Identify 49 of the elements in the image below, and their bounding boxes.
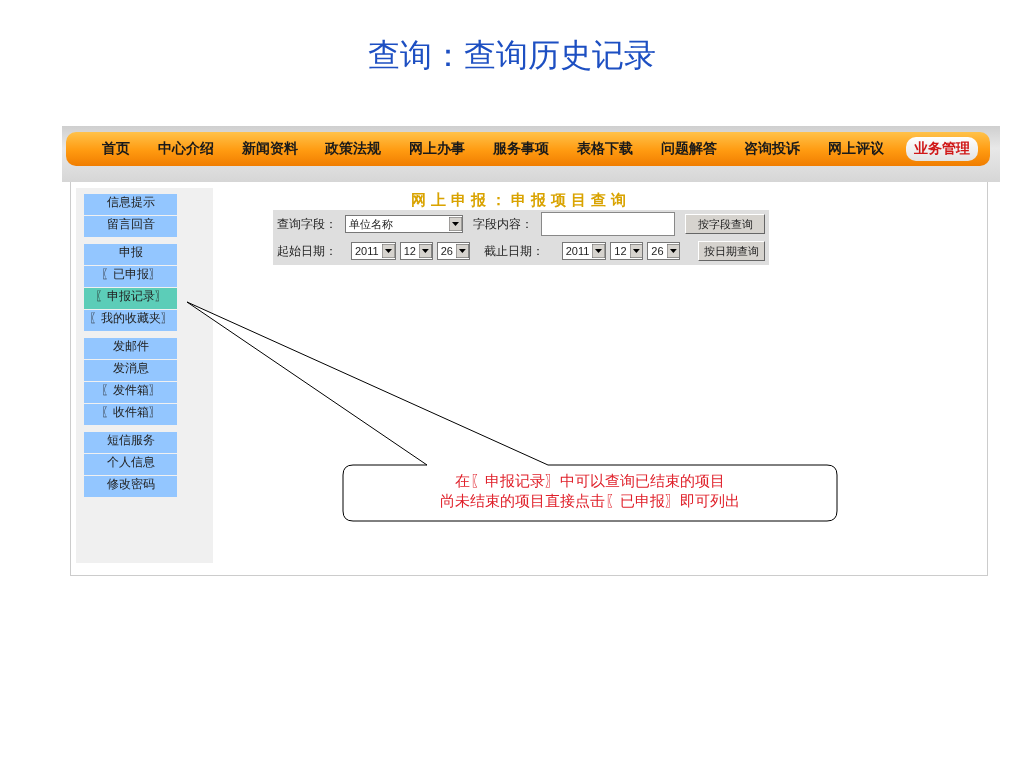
dropdown-arrow-icon[interactable] xyxy=(381,244,395,258)
dropdown[interactable]: 2011 xyxy=(561,242,607,260)
callout-text: 尚未结束的项目直接点击〖已申报〗即可列出 xyxy=(440,492,740,511)
dropdown-arrow-icon[interactable] xyxy=(629,244,643,258)
dropdown-arrow-icon[interactable] xyxy=(449,217,463,231)
sidebar-item[interactable]: 〖收件箱〗 xyxy=(84,404,177,425)
query-button[interactable]: 按字段查询 xyxy=(685,214,765,234)
sidebar-item[interactable]: 〖申报记录〗 xyxy=(84,288,177,309)
slide-title: 查询：查询历史记录 xyxy=(368,36,656,75)
nav-link[interactable]: 中心介绍 xyxy=(151,137,220,161)
nav-link[interactable]: 咨询投诉 xyxy=(738,137,807,161)
field-label: 截止日期： xyxy=(483,242,544,260)
field-label: 字段内容： xyxy=(473,215,534,233)
nav-link[interactable]: 服务事项 xyxy=(487,137,555,161)
sidebar-item[interactable]: 留言回音 xyxy=(84,216,177,237)
sidebar-item[interactable]: 〖已申报〗 xyxy=(84,266,177,287)
dropdown-arrow-icon[interactable] xyxy=(455,244,469,258)
sidebar-item[interactable]: 发邮件 xyxy=(84,338,177,359)
nav-link[interactable]: 网上评议 xyxy=(822,137,891,161)
field-label: 起始日期： xyxy=(277,242,337,260)
nav-link[interactable]: 业务管理 xyxy=(905,137,978,161)
nav-link[interactable]: 首页 xyxy=(96,137,136,161)
callout-text: 在〖申报记录〗中可以查询已结束的项目 xyxy=(455,472,725,491)
field-label: 查询字段： xyxy=(277,215,337,233)
sidebar-item[interactable]: 〖发件箱〗 xyxy=(84,382,177,403)
dropdown[interactable]: 2011 xyxy=(351,242,396,260)
dropdown-arrow-icon[interactable] xyxy=(592,244,606,258)
dropdown[interactable]: 12 xyxy=(610,242,644,260)
dropdown[interactable]: 26 xyxy=(647,242,681,260)
nav-link[interactable]: 表格下载 xyxy=(570,137,639,161)
query-button[interactable]: 按日期查询 xyxy=(698,241,765,261)
sidebar-item[interactable]: 信息提示 xyxy=(84,194,177,215)
sidebar-item[interactable]: 发消息 xyxy=(84,360,177,381)
dropdown[interactable]: 单位名称 xyxy=(345,215,464,233)
sidebar-item[interactable]: 〖我的收藏夹〗 xyxy=(84,310,177,331)
sidebar-item[interactable]: 短信服务 xyxy=(84,432,177,453)
dropdown[interactable]: 26 xyxy=(436,242,470,260)
sidebar-item[interactable]: 申报 xyxy=(84,244,177,265)
dropdown-arrow-icon[interactable] xyxy=(418,244,432,258)
dropdown[interactable]: 12 xyxy=(399,242,433,260)
sidebar-item[interactable]: 个人信息 xyxy=(84,454,177,475)
nav-link[interactable]: 政策法规 xyxy=(319,137,388,161)
nav-link[interactable]: 新闻资料 xyxy=(235,137,304,161)
sidebar-item[interactable]: 修改密码 xyxy=(84,476,177,497)
dropdown-arrow-icon[interactable] xyxy=(666,244,680,258)
nav-link[interactable]: 问题解答 xyxy=(654,137,723,161)
form-heading: 网上申报：申报项目查询 xyxy=(411,191,631,210)
nav-link[interactable]: 网上办事 xyxy=(403,137,472,161)
text-input[interactable] xyxy=(541,212,676,236)
